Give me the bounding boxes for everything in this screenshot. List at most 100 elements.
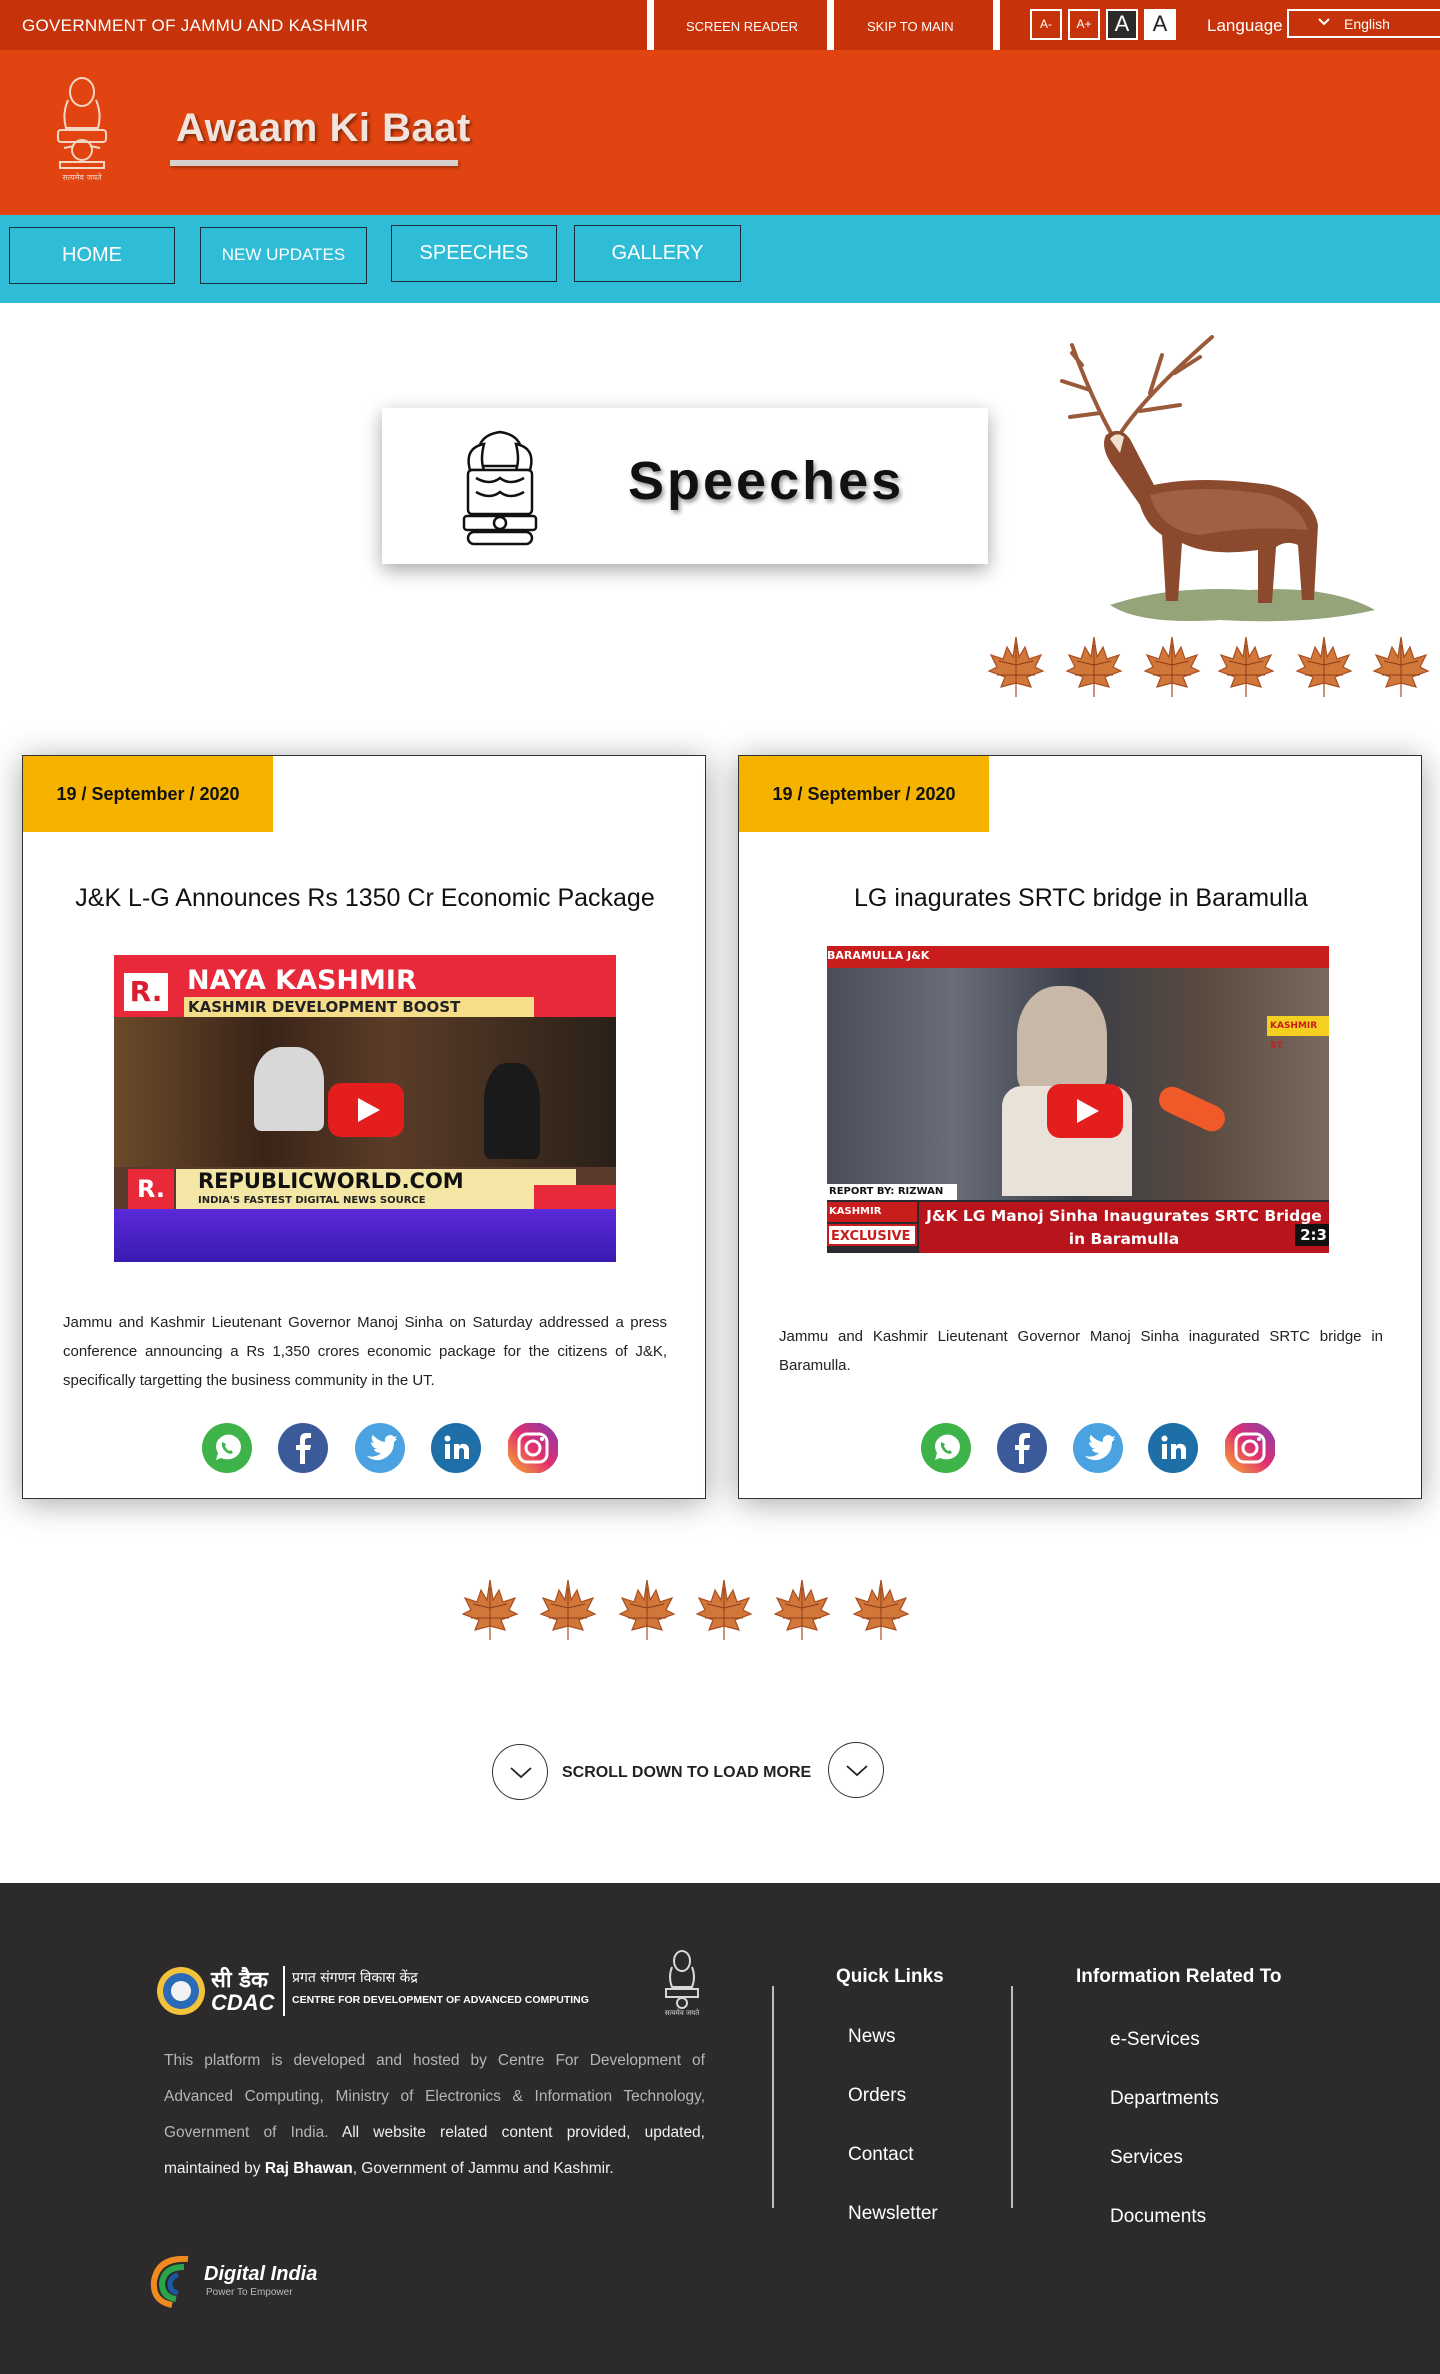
video-tag: EXCLUSIVE xyxy=(827,1224,917,1246)
chevron-down-icon xyxy=(1317,15,1331,32)
scroll-down-button[interactable] xyxy=(828,1742,884,1798)
footer-link-news[interactable]: News xyxy=(848,2026,896,2048)
national-emblem-icon[interactable]: सत्यमेव जयते xyxy=(48,70,116,190)
play-button[interactable] xyxy=(1047,1084,1123,1138)
top-bar: GOVERNMENT OF JAMMU AND KASHMIR SCREEN R… xyxy=(0,0,1440,50)
digital-india-title: Digital India xyxy=(204,2263,318,2285)
footer-link-newsletter[interactable]: Newsletter xyxy=(848,2203,938,2225)
digital-india-logo[interactable]: Digital India Power To Empower xyxy=(148,2251,318,2311)
footer-link-departments[interactable]: Departments xyxy=(1110,2088,1219,2110)
speech-title[interactable]: LG inagurates SRTC bridge in Baramulla xyxy=(739,884,1423,913)
instagram-icon[interactable] xyxy=(1224,1422,1276,1474)
footer-about: This platform is developed and hosted by… xyxy=(164,2043,705,2187)
info-heading: Information Related To xyxy=(1076,1966,1282,1987)
video-thumbnail[interactable]: BARAMULLA J&K KASHMIR ST REPORT BY: RIZW… xyxy=(827,946,1329,1253)
title-underline xyxy=(170,160,458,166)
logo-divider xyxy=(283,1966,285,2016)
maple-leaf-icon xyxy=(1144,636,1200,698)
nav-new-updates[interactable]: NEW UPDATES xyxy=(200,227,367,284)
digital-india-tagline: Power To Empower xyxy=(206,2287,293,2298)
maple-leaf-icon xyxy=(853,1579,909,1641)
site-title[interactable]: Awaam Ki Baat xyxy=(176,106,471,151)
hangul-deer-illustration xyxy=(1050,335,1390,625)
light-contrast-button[interactable]: A xyxy=(1144,9,1176,40)
republic-logo: R. xyxy=(128,1169,174,1209)
twitter-icon[interactable] xyxy=(1072,1422,1124,1474)
chevron-down-icon xyxy=(846,1765,868,1777)
speech-title[interactable]: J&K L-G Announces Rs 1350 Cr Economic Pa… xyxy=(23,884,707,913)
linkedin-icon[interactable] xyxy=(1147,1422,1199,1474)
maple-leaf-icon xyxy=(1066,636,1122,698)
footer-about-white: , Government of Jammu and Kashmir. xyxy=(352,2160,614,2177)
maple-leaf-icon xyxy=(774,1579,830,1641)
scroll-more-label[interactable]: SCROLL DOWN TO LOAD MORE xyxy=(562,1764,811,1782)
video-side-tag: KASHMIR ST xyxy=(1267,1016,1329,1051)
whatsapp-icon[interactable] xyxy=(920,1422,972,1474)
play-button[interactable] xyxy=(328,1083,404,1137)
video-accent xyxy=(534,1185,616,1209)
scroll-down-button[interactable] xyxy=(492,1744,548,1800)
nav-home[interactable]: HOME xyxy=(9,227,175,284)
quick-links-heading: Quick Links xyxy=(836,1966,944,1987)
nav-speeches[interactable]: SPEECHES xyxy=(391,225,557,282)
video-person xyxy=(254,1047,324,1131)
government-name: GOVERNMENT OF JAMMU AND KASHMIR xyxy=(22,16,369,35)
video-tag: KASHMIR CROWN xyxy=(827,1202,917,1237)
cdac-english-name: CENTRE FOR DEVELOPMENT OF ADVANCED COMPU… xyxy=(292,1994,589,2006)
speech-description: Jammu and Kashmir Lieutenant Governor Ma… xyxy=(63,1314,667,1389)
language-select[interactable]: English xyxy=(1287,9,1440,38)
video-thumbnail[interactable]: R. NAYA KASHMIR KASHMIR DEVELOPMENT BOOS… xyxy=(114,955,616,1262)
language-label: Language xyxy=(1207,16,1283,35)
dark-contrast-button[interactable]: A xyxy=(1106,9,1138,40)
speech-card: 19 / September / 2020 J&K L-G Announces … xyxy=(22,755,706,1499)
cdac-logo[interactable]: सी डैक CDAC प्रगत संगणन विकास केंद्र CEN… xyxy=(155,1964,595,2018)
footer-link-orders[interactable]: Orders xyxy=(848,2085,906,2107)
nav-gallery[interactable]: GALLERY xyxy=(574,225,741,282)
footer-link-e-services[interactable]: e-Services xyxy=(1110,2029,1200,2051)
emblem-motto: सत्यमेव जयते xyxy=(664,2009,700,2017)
site-footer: सी डैक CDAC प्रगत संगणन विकास केंद्र CEN… xyxy=(0,1883,1440,2374)
maple-leaf-icon xyxy=(696,1579,752,1641)
maple-leaf-icon xyxy=(1218,636,1274,698)
maple-leaf-icon xyxy=(1296,636,1352,698)
maple-leaf-icon xyxy=(1373,636,1429,698)
chevron-down-icon xyxy=(510,1767,532,1779)
facebook-icon[interactable] xyxy=(277,1422,329,1474)
footer-divider xyxy=(772,1986,774,2208)
video-duration: 2:3 xyxy=(1295,1224,1329,1246)
footer-about-bold: Raj Bhawan xyxy=(264,2160,353,2177)
video-headline: J&K LG Manoj Sinha Inaugurates SRTC Brid… xyxy=(919,1202,1329,1253)
skip-to-main-link[interactable]: SKIP TO MAIN xyxy=(867,19,954,34)
video-headline: NAYA KASHMIR xyxy=(187,965,417,996)
speech-date: 19 / September / 2020 xyxy=(23,756,273,832)
footer-link-documents[interactable]: Documents xyxy=(1110,2206,1206,2228)
cdac-short-name: CDAC xyxy=(211,1990,275,2015)
video-footer-sub: INDIA'S FASTEST DIGITAL NEWS SOURCE xyxy=(198,1195,426,1206)
cdac-hindi-full: प्रगत संगणन विकास केंद्र xyxy=(292,1970,418,1986)
video-footer-title: REPUBLICWORLD.COM xyxy=(198,1169,464,1193)
facebook-icon[interactable] xyxy=(996,1422,1048,1474)
maple-leaf-icon xyxy=(619,1579,675,1641)
main-nav: HOME NEW UPDATES SPEECHES GALLERY xyxy=(0,215,1440,303)
screen-reader-link[interactable]: SCREEN READER xyxy=(686,19,798,34)
font-decrease-button[interactable]: A- xyxy=(1030,9,1062,40)
speech-card: 19 / September / 2020 LG inagurates SRTC… xyxy=(738,755,1422,1499)
footer-link-contact[interactable]: Contact xyxy=(848,2144,913,2166)
site-header: सत्यमेव जयते Awaam Ki Baat xyxy=(0,50,1440,215)
twitter-icon[interactable] xyxy=(354,1422,406,1474)
instagram-icon[interactable] xyxy=(507,1422,559,1474)
linkedin-icon[interactable] xyxy=(430,1422,482,1474)
whatsapp-icon[interactable] xyxy=(201,1422,253,1474)
language-value: English xyxy=(1344,16,1390,32)
maple-leaf-icon xyxy=(462,1579,518,1641)
font-increase-button[interactable]: A+ xyxy=(1068,9,1100,40)
footer-divider xyxy=(1011,1986,1013,2208)
divider xyxy=(647,0,654,50)
footer-link-services[interactable]: Services xyxy=(1110,2147,1183,2169)
divider xyxy=(827,0,834,50)
digital-india-swirl-icon xyxy=(150,2255,189,2308)
video-reporter: REPORT BY: RIZWAN MIR xyxy=(827,1184,957,1213)
ashoka-emblem-icon xyxy=(450,426,550,550)
maple-leaf-icon xyxy=(540,1579,596,1641)
video-subheadline: KASHMIR DEVELOPMENT BOOST xyxy=(184,997,534,1017)
